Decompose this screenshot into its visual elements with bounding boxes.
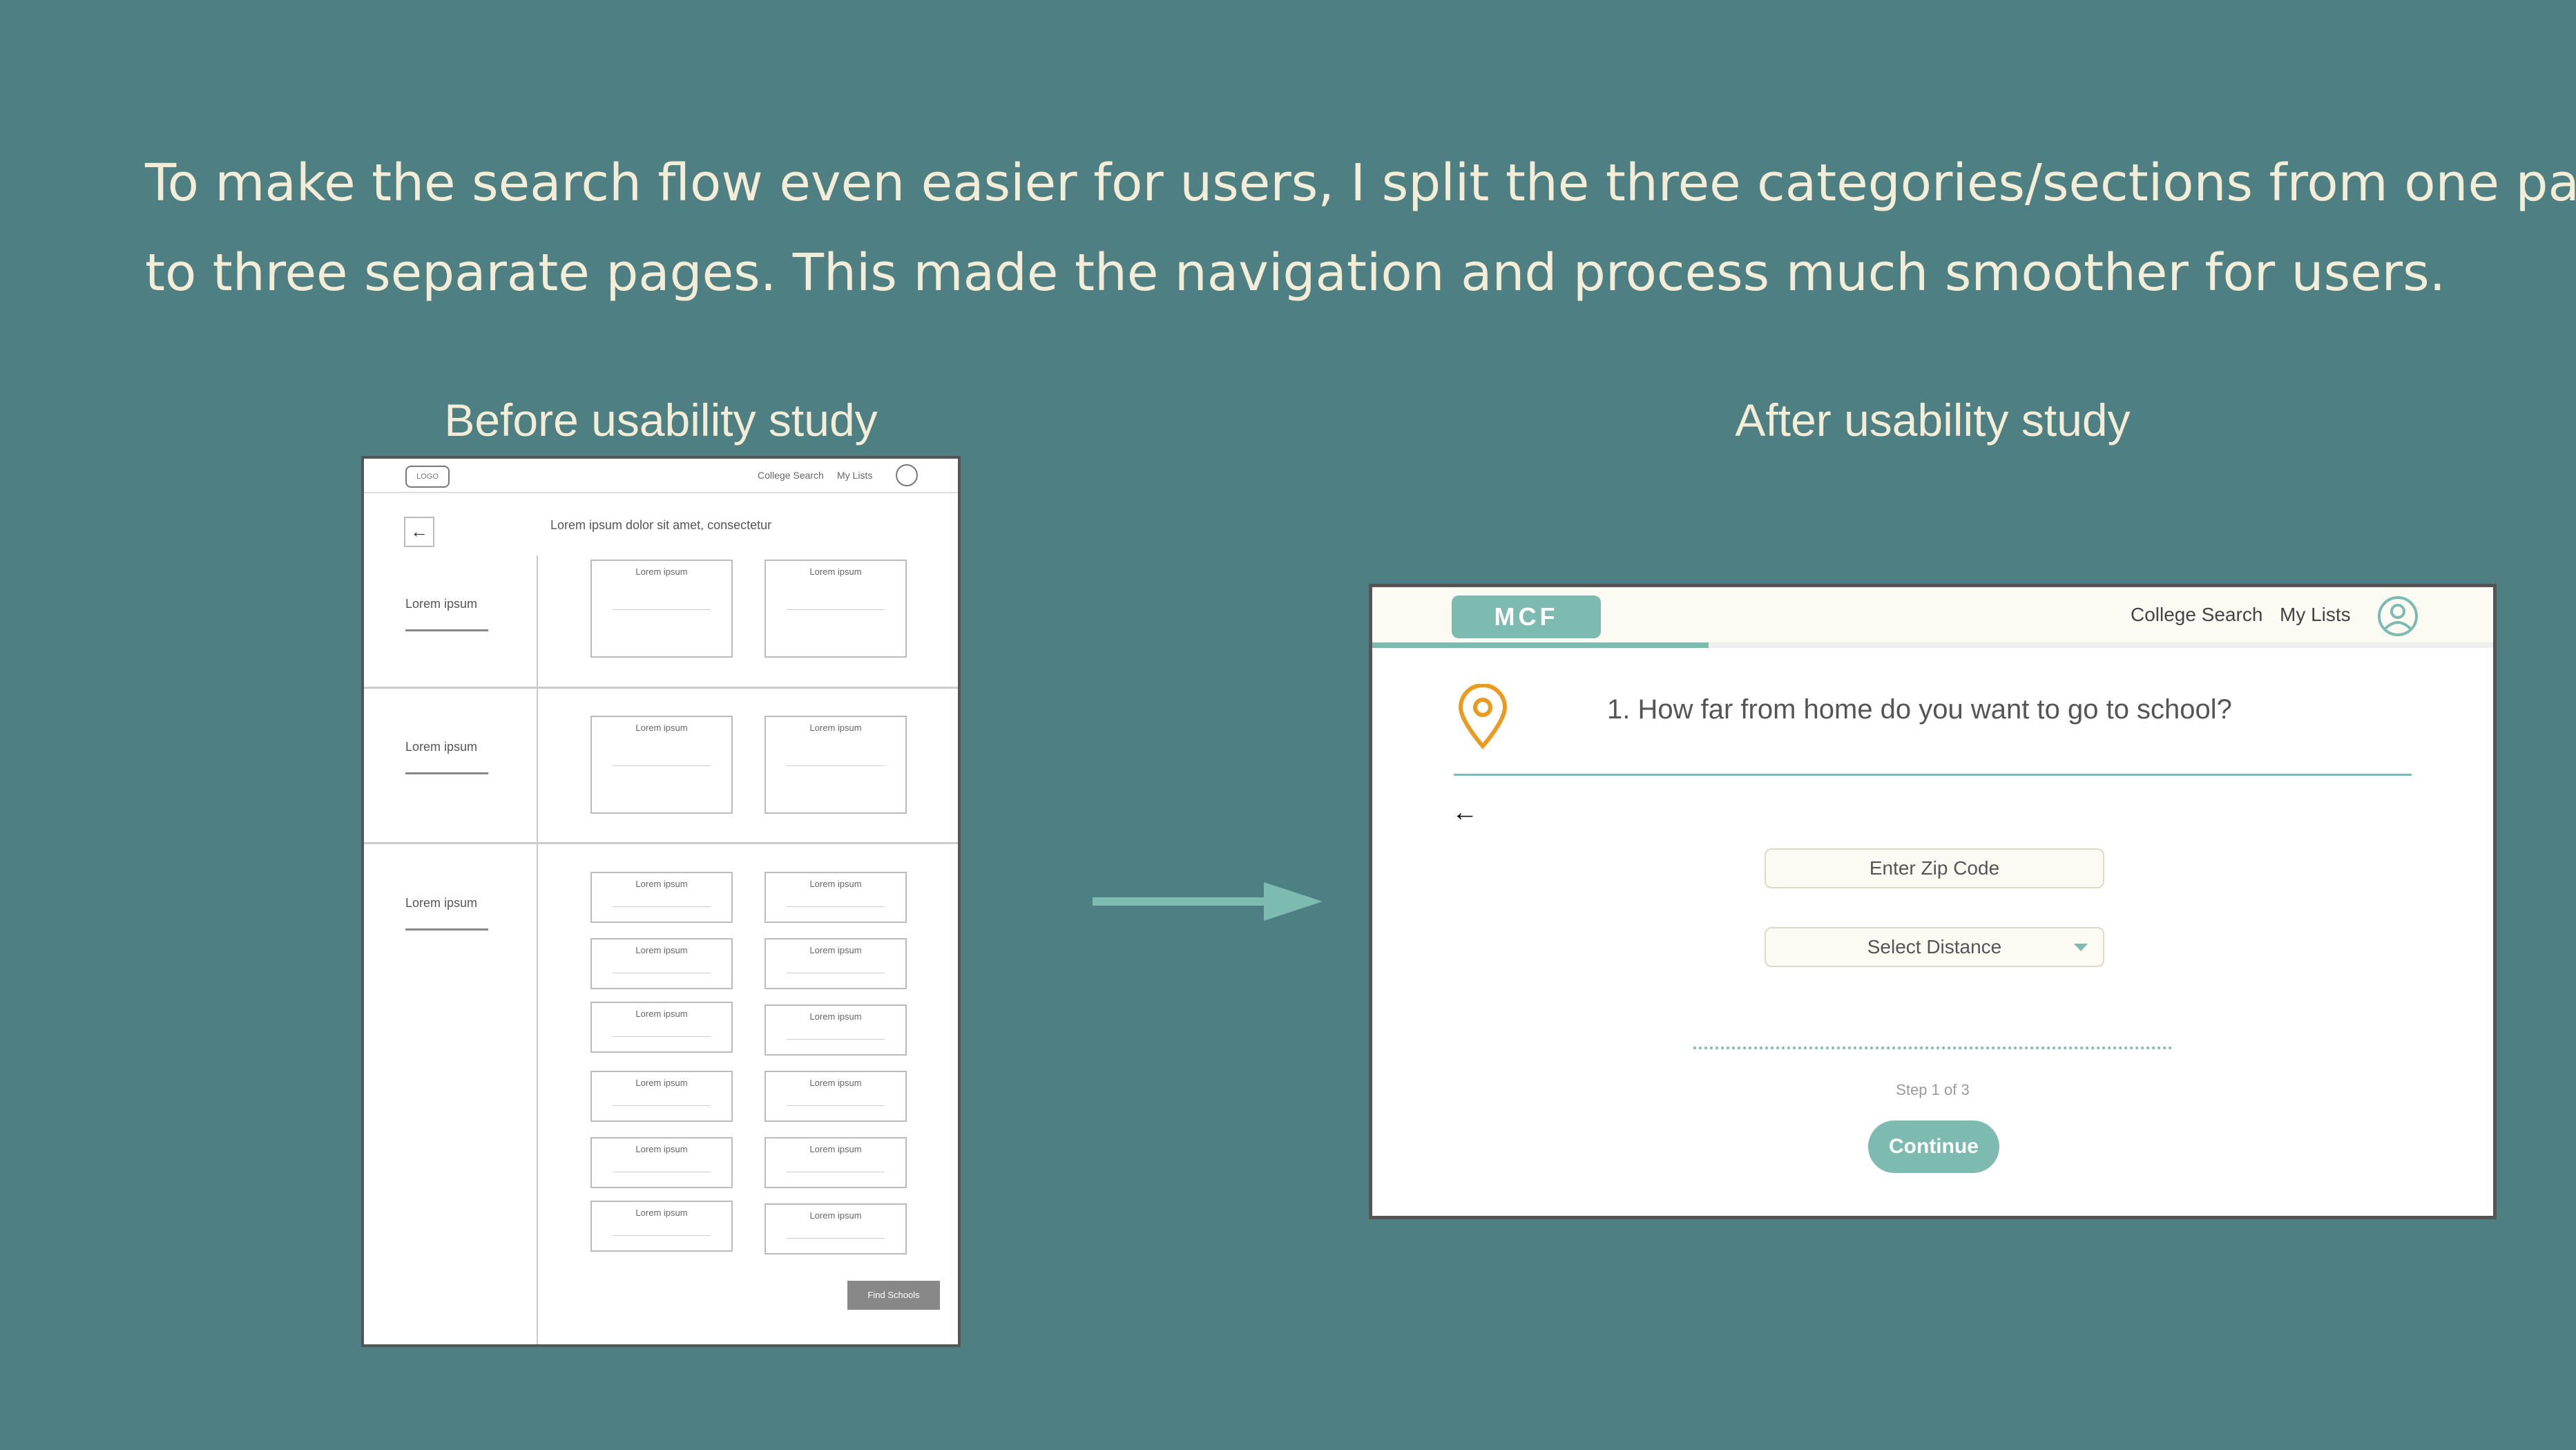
wire-card-label: Lorem ipsum [809,1011,862,1022]
step-indicator: Step 1 of 3 [1896,1081,1970,1098]
wire-card-line [613,1105,711,1106]
intro-line-1: To make the search flow even easier for … [145,153,2576,213]
after-mockup: MCF College Search My Lists 1. How far f… [1369,584,2497,1219]
wire-nav-college-search[interactable]: College Search [758,470,824,481]
wire-find-schools-button[interactable]: Find Schools [847,1281,940,1310]
chevron-down-icon [2074,944,2088,951]
wire-card-line [613,765,711,766]
question-heading: 1. How far from home do you want to go t… [1607,694,2232,725]
wire-card-line [613,609,711,610]
nav-my-lists[interactable]: My Lists [2280,604,2351,626]
wire-card[interactable]: Lorem ipsum [765,1137,907,1188]
before-wireframe: LOGO College Search My Lists ← Lorem ips… [361,456,961,1347]
wire-section-label: Lorem ipsum [405,896,488,931]
wire-card-label: Lorem ipsum [635,566,688,577]
progress-bar [1372,642,2493,648]
intro-line-2: to three separate pages. This made the n… [145,243,2446,303]
wire-card[interactable]: Lorem ipsum [590,560,733,658]
wire-card[interactable]: Lorem ipsum [765,560,907,658]
wire-divider [364,842,958,844]
wire-navbar: LOGO College Search My Lists [364,459,958,493]
wire-card[interactable]: Lorem ipsum [590,872,733,923]
wire-card-label: Lorem ipsum [809,1078,862,1088]
wire-card[interactable]: Lorem ipsum [765,1071,907,1122]
wire-card[interactable]: Lorem ipsum [590,1201,733,1252]
intro-text: To make the search flow even easier for … [145,138,2576,318]
wire-card[interactable]: Lorem ipsum [765,1203,907,1255]
wire-card-line [613,906,711,907]
zip-code-input[interactable] [1765,848,2104,888]
question-divider [1454,774,2412,776]
mock-navbar: MCF College Search My Lists [1372,587,2493,642]
wire-card-line [787,1238,885,1239]
wire-card-line [787,1105,885,1106]
wire-heading: Lorem ipsum dolor sit amet, consectetur [550,518,772,532]
location-pin-icon [1458,684,1508,750]
wire-card-label: Lorem ipsum [809,879,862,889]
wire-card-label: Lorem ipsum [635,945,688,955]
wire-card[interactable]: Lorem ipsum [765,716,907,814]
wire-card-line [613,1036,711,1037]
wire-card[interactable]: Lorem ipsum [590,716,733,814]
wire-card[interactable]: Lorem ipsum [765,1004,907,1056]
wire-divider-vertical [537,555,538,1344]
wire-card-label: Lorem ipsum [809,723,862,733]
brand-logo[interactable]: MCF [1452,595,1601,638]
back-arrow-icon[interactable]: ← [1452,798,1478,828]
wire-card-label: Lorem ipsum [635,879,688,889]
dotted-divider [1693,1047,2172,1049]
wire-card[interactable]: Lorem ipsum [765,938,907,989]
after-title: After usability study [1735,394,2131,446]
progress-fill [1372,642,1709,648]
wire-card[interactable]: Lorem ipsum [590,1002,733,1053]
before-title: Before usability study [444,394,878,446]
wire-card[interactable]: Lorem ipsum [590,1071,733,1122]
wire-card-label: Lorem ipsum [635,723,688,733]
wire-card-label: Lorem ipsum [809,945,862,955]
wire-card-line [787,906,885,907]
distance-select[interactable]: Select Distance [1765,927,2104,967]
wire-card-label: Lorem ipsum [809,1144,862,1154]
wire-card-line [787,1039,885,1040]
wire-section-label: Lorem ipsum [405,597,488,631]
wire-section-label: Lorem ipsum [405,740,488,774]
wire-card-line [787,765,885,766]
wire-card[interactable]: Lorem ipsum [590,1137,733,1188]
wire-avatar-icon[interactable] [896,464,918,486]
distance-select-label: Select Distance [1867,936,2002,957]
continue-button[interactable]: Continue [1868,1120,1999,1173]
wire-divider [364,687,958,689]
wire-nav-my-lists[interactable]: My Lists [837,470,872,481]
right-arrow-icon [1093,882,1323,921]
wire-back-arrow-icon[interactable]: ← [404,517,434,547]
wire-card-label: Lorem ipsum [809,566,862,577]
wire-card-label: Lorem ipsum [635,1009,688,1019]
wire-card[interactable]: Lorem ipsum [765,872,907,923]
wire-card-line [787,609,885,610]
wire-card-label: Lorem ipsum [635,1144,688,1154]
wire-card[interactable]: Lorem ipsum [590,938,733,989]
nav-college-search[interactable]: College Search [2131,604,2262,626]
wire-logo: LOGO [405,466,450,488]
wire-card-label: Lorem ipsum [635,1208,688,1218]
wire-card-label: Lorem ipsum [635,1078,688,1088]
profile-icon[interactable] [2377,595,2419,637]
wire-card-label: Lorem ipsum [809,1210,862,1221]
wire-card-line [613,1235,711,1236]
